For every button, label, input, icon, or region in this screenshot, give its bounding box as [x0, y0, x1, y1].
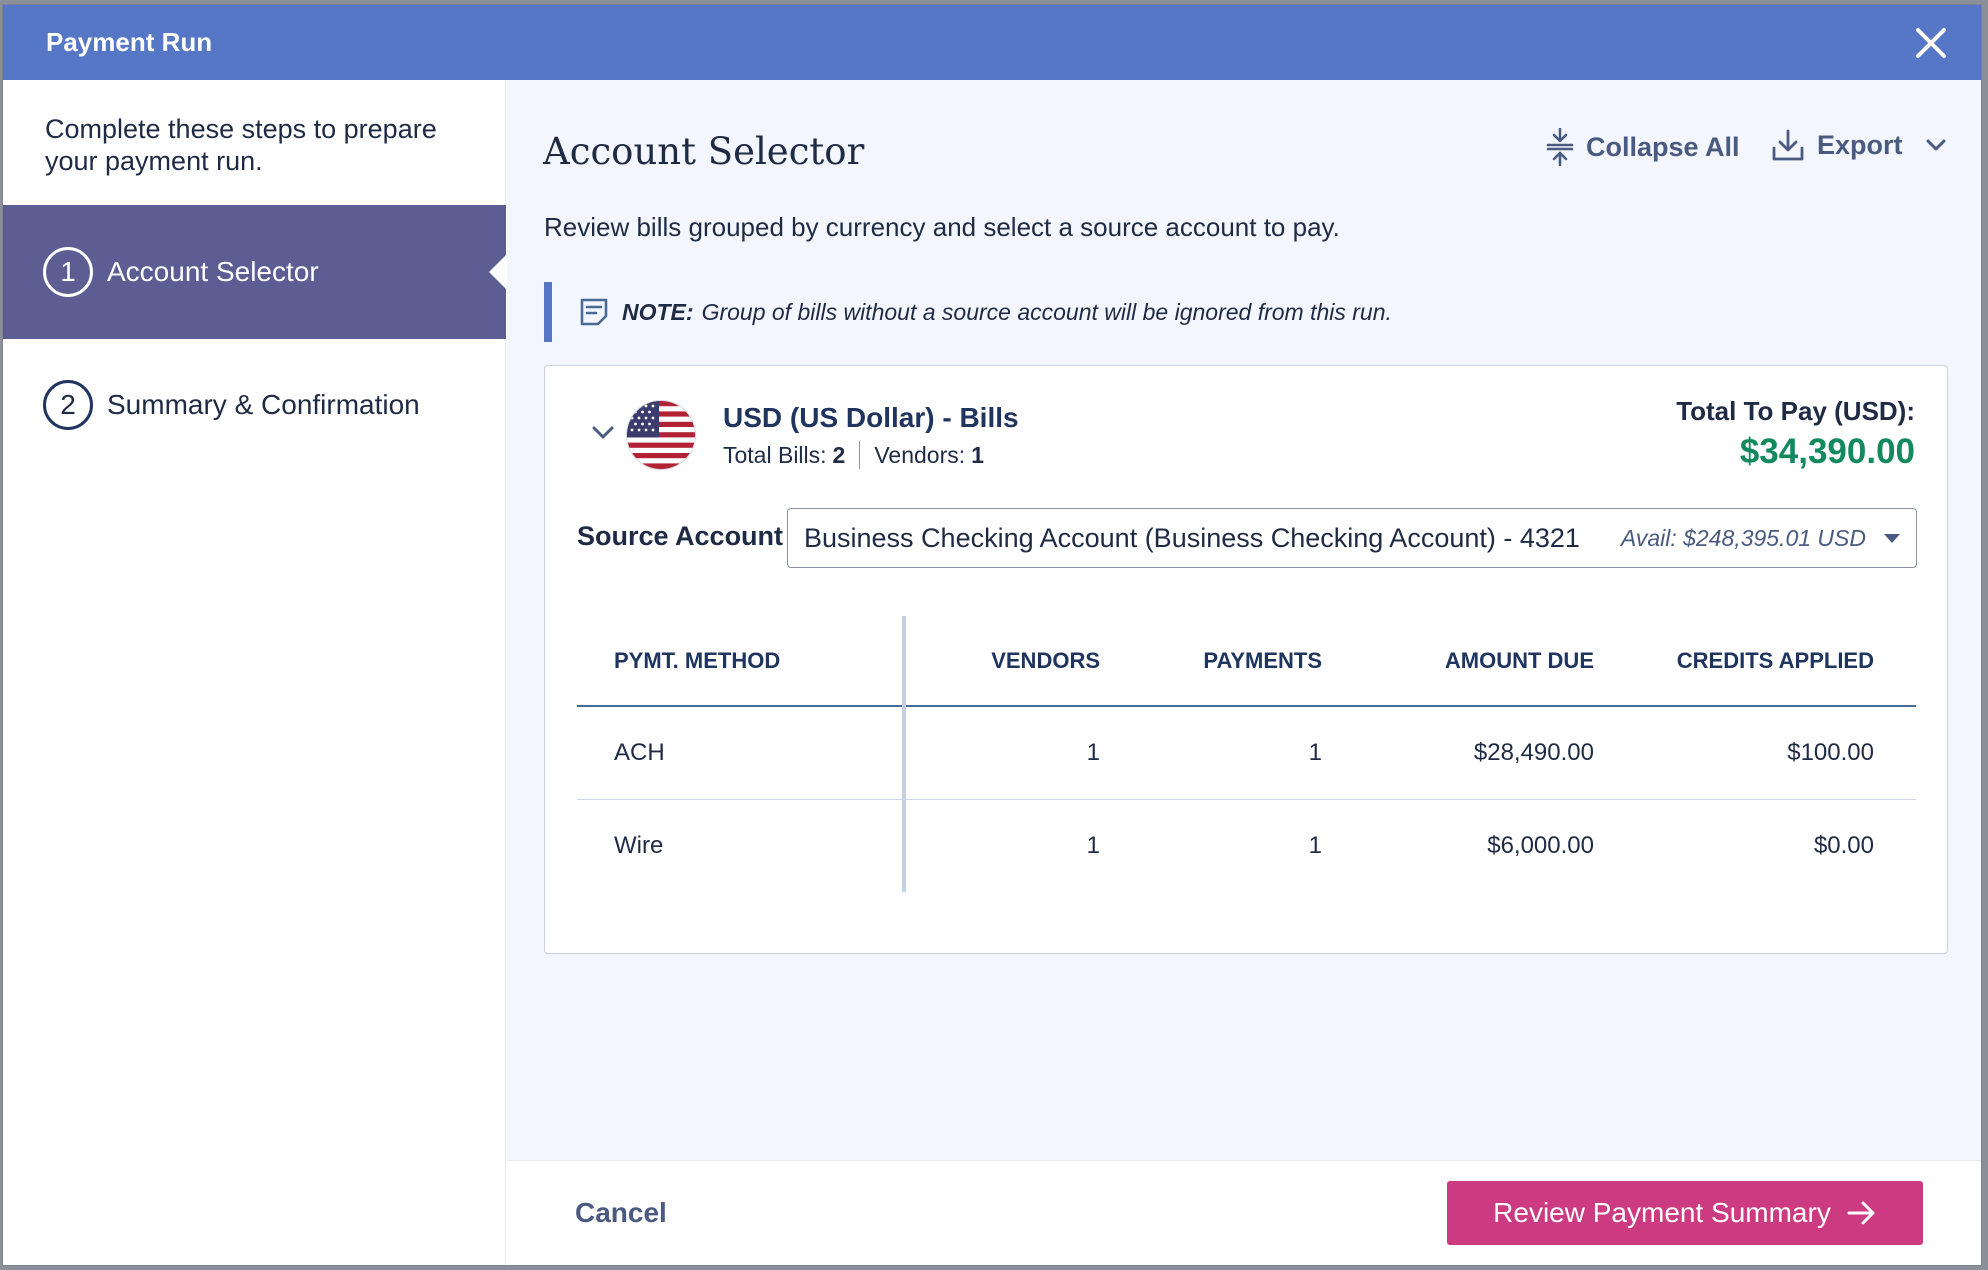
modal-header: Payment Run [3, 5, 1981, 80]
column-header-amount-due: AMOUNT DUE [1326, 616, 1598, 707]
total-bills-label: Total Bills: [723, 441, 827, 468]
cell-method: Wire [577, 799, 906, 892]
cell-amount-due: $28,490.00 [1326, 706, 1598, 800]
total-to-pay-value: $34,390.00 [1739, 432, 1915, 471]
step-label: Summary & Confirmation [107, 389, 420, 420]
cell-credits-applied: $0.00 [1813, 831, 1874, 859]
total-bills-count: 2 [832, 441, 846, 468]
note-text: Group of bills without a source account … [701, 298, 1392, 325]
page-title: Account Selector [543, 130, 865, 173]
source-account-value: Business Checking Account (Business Chec… [804, 522, 1580, 553]
cell-vendors: 1 [904, 706, 1104, 800]
collapse-all-label: Collapse All [1586, 131, 1740, 162]
column-header-credits-applied: CREDITS APPLIED [1598, 616, 1916, 707]
main-content: Account Selector Collapse All Export Rev… [507, 80, 1981, 1160]
cell-payments: 1 [1104, 706, 1326, 800]
review-payment-summary-button[interactable]: Review Payment Summary [1447, 1181, 1923, 1245]
meta-divider [859, 441, 861, 469]
currency-group-title: USD (US Dollar) - Bills [723, 402, 1019, 433]
step-label: Account Selector [107, 256, 319, 287]
column-header-method: PYMT. METHOD [577, 616, 906, 707]
vendors-label: Vendors: [874, 441, 966, 468]
steps-sidebar: Complete these steps to prepare your pay… [3, 80, 506, 1265]
page-subtitle: Review bills grouped by currency and sel… [544, 212, 1340, 242]
cell-payments: 1 [1308, 831, 1322, 859]
note-label: NOTE: [622, 298, 694, 325]
source-account-available: Avail: $248,395.01 USD [1620, 524, 1866, 551]
cancel-button[interactable]: Cancel [575, 1197, 667, 1229]
modal-footer: Cancel Review Payment Summary [507, 1160, 1981, 1265]
payment-run-modal: Payment Run Complete these steps to prep… [3, 5, 1981, 1265]
step-number: 2 [43, 380, 93, 430]
collapse-all-button[interactable]: Collapse All [1546, 128, 1740, 166]
cell-amount-due: $6,000.00 [1487, 831, 1594, 859]
sidebar-intro: Complete these steps to prepare your pay… [45, 114, 437, 176]
cell-vendors: 1 [1086, 831, 1100, 859]
step-summary-confirmation[interactable]: 2 Summary & Confirmation [3, 338, 506, 472]
step-account-selector[interactable]: 1 Account Selector [3, 205, 506, 339]
currency-group-meta: Total Bills: 2 Vendors: 1 [723, 441, 984, 469]
us-flag-icon [627, 401, 695, 469]
download-icon [1772, 129, 1804, 161]
caret-down-icon [1884, 533, 1900, 543]
cell-method: ACH [577, 706, 906, 800]
column-header-vendors: VENDORS [904, 616, 1104, 707]
close-icon[interactable] [1911, 23, 1951, 63]
table-row: Wire 1 1 $6,000.00 $0.00 [577, 799, 1916, 892]
note-banner: NOTE: Group of bills without a source ac… [544, 282, 1544, 342]
source-account-select[interactable]: Business Checking Account (Business Chec… [787, 508, 1917, 568]
chevron-down-icon[interactable] [589, 423, 617, 443]
vendors-count: 1 [971, 441, 984, 468]
source-account-label: Source Account [577, 521, 784, 551]
table-header-row: PYMT. METHOD VENDORS PAYMENTS AMOUNT DUE… [577, 616, 1916, 707]
total-to-pay-label: Total To Pay (USD): [1676, 396, 1915, 426]
collapse-all-icon [1546, 128, 1574, 166]
note-icon [580, 298, 608, 326]
modal-title: Payment Run [46, 27, 213, 57]
cell-credits-applied: $100.00 [1598, 706, 1916, 800]
arrow-right-icon [1847, 1201, 1875, 1225]
chevron-down-icon [1926, 139, 1946, 151]
table-row: ACH 1 1 $28,490.00 $100.00 [577, 706, 1916, 800]
review-payment-summary-label: Review Payment Summary [1493, 1197, 1831, 1228]
currency-group-card: USD (US Dollar) - Bills Total Bills: 2 V… [544, 365, 1948, 954]
step-number: 1 [43, 247, 93, 297]
export-label: Export [1817, 129, 1903, 160]
payment-methods-table: PYMT. METHOD VENDORS PAYMENTS AMOUNT DUE… [577, 616, 1916, 892]
column-header-payments: PAYMENTS [1104, 616, 1326, 707]
export-button[interactable]: Export [1771, 128, 1947, 162]
